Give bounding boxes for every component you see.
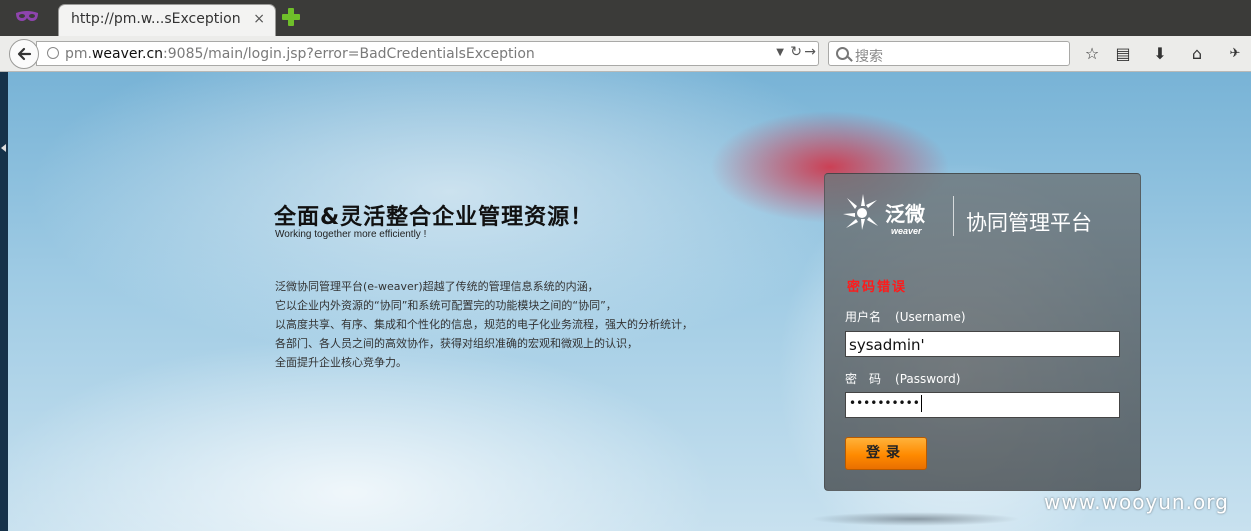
url-history-dropdown-icon[interactable]: ▼: [776, 47, 784, 58]
password-label-cn: 密 码: [845, 372, 882, 386]
go-arrow-icon[interactable]: →: [804, 44, 816, 60]
search-bar[interactable]: 搜索: [828, 41, 1070, 66]
login-panel: 泛微 weaver 协同管理平台 密码错误 用户名 (Username) sysa…: [824, 173, 1141, 491]
url-text[interactable]: pm.weaver.cn:9085/main/login.jsp?error=B…: [65, 46, 535, 62]
logo-subtext: weaver: [891, 226, 922, 236]
logo-divider: [953, 196, 954, 236]
back-arrow-icon: [17, 47, 32, 61]
sidebar-handle[interactable]: [0, 72, 8, 531]
home-icon[interactable]: ⌂: [1188, 45, 1206, 63]
tab-active[interactable]: http://pm.w...sException ×: [58, 4, 276, 36]
username-label-en: (Username): [895, 310, 966, 324]
platform-title: 协同管理平台: [966, 211, 1092, 235]
url-path: :9085/main/login.jsp?error=BadCredential…: [163, 46, 535, 62]
extension-icon[interactable]: ✈: [1226, 45, 1244, 63]
tab-close-icon[interactable]: ×: [253, 11, 265, 27]
private-browsing-mask-icon[interactable]: [14, 7, 40, 27]
login-button[interactable]: 登录: [845, 437, 927, 470]
description-line: 以高度共享、有序、集成和个性化的信息，规范的电子化业务流程，强大的分析统计，: [275, 318, 693, 331]
reload-icon[interactable]: ↻: [790, 44, 802, 60]
logo-text: 泛微: [885, 202, 925, 226]
description-line: 全面提升企业核心竞争力。: [275, 356, 407, 369]
password-label-en: (Password): [895, 372, 961, 386]
description-line: 各部门、各人员之间的高效协作，获得对组织准确的宏观和微观上的认识，: [275, 337, 638, 350]
search-icon: [836, 47, 849, 60]
description-line: 它以企业内外资源的“协同”和系统可配置完的功能模块之间的“协同”，: [275, 299, 617, 312]
collapse-arrow-icon[interactable]: [1, 144, 6, 152]
url-bar[interactable]: pm.weaver.cn:9085/main/login.jsp?error=B…: [36, 41, 819, 66]
description-line: 泛微协同管理平台(e-weaver)超越了传统的管理信息系统的内涵，: [275, 280, 599, 293]
watermark: www.wooyun.org: [1044, 490, 1229, 514]
back-button[interactable]: [9, 39, 39, 69]
page-description: 泛微协同管理平台(e-weaver)超越了传统的管理信息系统的内涵， 它以企业内…: [275, 277, 693, 372]
username-field[interactable]: sysadmin': [845, 331, 1120, 357]
page-headline: 全面&灵活整合企业管理资源！: [274, 205, 594, 230]
new-tab-plus-icon[interactable]: [282, 8, 300, 26]
password-field[interactable]: ••••••••••: [845, 392, 1120, 418]
panel-shadow: [810, 512, 1020, 526]
error-message: 密码错误: [847, 280, 908, 295]
text-caret: [920, 395, 922, 412]
site-identity-globe-icon[interactable]: [47, 47, 59, 59]
downloads-arrow-icon[interactable]: ⬇: [1151, 45, 1169, 63]
navigation-bar: pm.weaver.cn:9085/main/login.jsp?error=B…: [0, 36, 1251, 72]
page-subline: Working together more efficiently !: [275, 229, 427, 240]
tab-title: http://pm.w...sException: [71, 11, 241, 27]
page-content: 全面&灵活整合企业管理资源！ Working together more eff…: [0, 72, 1251, 531]
weaver-logo: 泛微 weaver: [841, 192, 941, 238]
url-host: weaver.cn: [91, 46, 164, 62]
reading-list-icon[interactable]: ▤: [1114, 45, 1132, 63]
username-label: 用户名 (Username): [845, 308, 966, 325]
url-prefix: pm.: [65, 46, 92, 62]
password-label: 密 码 (Password): [845, 370, 960, 387]
tab-strip: http://pm.w...sException ×: [0, 0, 1251, 36]
password-dots: ••••••••••: [849, 396, 920, 410]
weaver-logo-mark-icon: [843, 194, 878, 230]
bookmark-star-icon[interactable]: ☆: [1083, 45, 1101, 63]
username-label-cn: 用户名: [845, 310, 882, 324]
search-input[interactable]: 搜索: [855, 46, 883, 66]
